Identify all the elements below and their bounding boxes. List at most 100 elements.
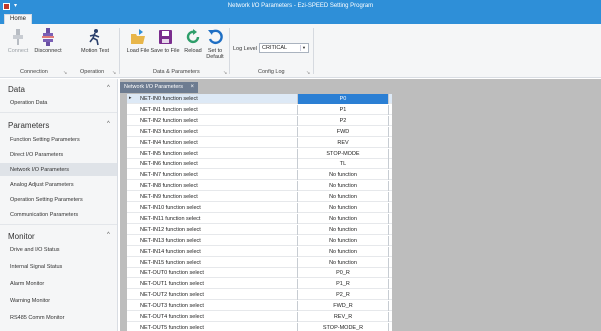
parameter-name: NET-OUT2 function select <box>140 292 204 299</box>
sidebar-header-parameters[interactable]: Parameters <box>8 121 49 130</box>
connect-button[interactable]: Connect <box>2 26 34 68</box>
parameter-value-cell[interactable]: P0 <box>297 94 389 104</box>
table-row[interactable]: NET-OUT2 function select P2_R <box>127 290 392 301</box>
table-row[interactable]: NET-IN11 function select No function <box>127 213 392 224</box>
parameter-name: NET-IN0 function select <box>140 96 198 102</box>
chevron-down-icon[interactable]: ▼ <box>300 45 307 51</box>
table-row[interactable]: NET-IN15 function select No function <box>127 257 392 268</box>
sidebar-item-analog-adjust[interactable]: Analog Adjust Parameters <box>0 178 117 191</box>
table-row[interactable]: NET-OUT0 function select P0_R <box>127 268 392 279</box>
table-row[interactable]: ▸ NET-IN0 function select P0 <box>127 94 392 104</box>
parameter-value-cell[interactable]: No function <box>297 181 389 192</box>
table-row[interactable]: NET-IN6 function select TL <box>127 159 392 170</box>
parameter-value-cell[interactable]: No function <box>297 246 389 257</box>
sidebar-item-warning-monitor[interactable]: Warning Monitor <box>0 294 117 307</box>
table-row[interactable]: NET-IN1 function select P1 <box>127 104 392 115</box>
close-icon[interactable]: × <box>191 84 195 90</box>
parameter-value-cell[interactable]: No function <box>297 235 389 246</box>
ribbon-separator <box>119 28 120 74</box>
title-bar: ▾ Network I/O Parameters - Ezi-SPEED Set… <box>0 0 601 13</box>
table-row[interactable]: NET-OUT1 function select P1_R <box>127 279 392 290</box>
collapse-icon[interactable]: ^ <box>107 85 110 91</box>
disconnect-icon <box>42 28 54 46</box>
ribbon-tab-bar: Home <box>0 13 601 24</box>
group-config-log-label: Config Log <box>258 69 285 75</box>
tab-home[interactable]: Home <box>4 14 33 24</box>
disconnect-button[interactable]: Disconnect <box>32 26 64 68</box>
parameter-name: NET-OUT5 function select <box>140 324 204 331</box>
parameter-value-cell[interactable]: REV_R <box>297 312 389 322</box>
sidebar-item-rs485-monitor[interactable]: RS485 Comm Monitor <box>0 311 117 324</box>
log-level-label: Log Level <box>233 46 257 52</box>
parameter-value-cell[interactable]: REV <box>297 137 389 148</box>
table-row[interactable]: NET-IN14 function select No function <box>127 246 392 257</box>
table-row[interactable]: NET-IN7 function select No function <box>127 170 392 181</box>
ribbon-separator <box>313 28 314 74</box>
table-row[interactable]: NET-OUT5 function select STOP-MODE_R <box>127 322 392 331</box>
parameter-name: NET-IN14 function select <box>140 248 201 255</box>
set-to-default-label: Set to Default <box>206 48 224 60</box>
group-expander-icon[interactable]: ↘ <box>223 70 227 76</box>
parameter-value-cell[interactable]: FWD_R <box>297 301 389 312</box>
ribbon: Connect Disconnect Motion Test Connectio… <box>0 24 601 78</box>
parameter-name: NET-OUT3 function select <box>140 303 204 310</box>
parameter-value-cell[interactable]: P2 <box>297 115 389 126</box>
set-to-default-button[interactable]: Set to Default <box>199 26 231 68</box>
parameter-value-cell[interactable]: P1 <box>297 104 389 115</box>
parameter-value-cell[interactable]: No function <box>297 203 389 213</box>
document-area: Network I/O Parameters × ▸ NET-IN0 functi… <box>120 79 601 331</box>
collapse-icon[interactable]: ^ <box>107 121 110 127</box>
parameter-value-cell[interactable]: FWD <box>297 126 389 137</box>
parameter-value-cell[interactable]: STOP-MODE_R <box>297 322 389 331</box>
table-row[interactable]: NET-IN8 function select No function <box>127 181 392 192</box>
sidebar-item-communication[interactable]: Communication Parameters <box>0 208 117 221</box>
parameter-name: NET-IN7 function select <box>140 172 198 179</box>
parameter-name: NET-IN1 function select <box>140 106 198 113</box>
table-row[interactable]: NET-IN4 function select REV <box>127 137 392 148</box>
table-row[interactable]: NET-IN12 function select No function <box>127 224 392 235</box>
motion-test-button[interactable]: Motion Test <box>79 26 111 68</box>
parameter-name: NET-IN12 function select <box>140 226 201 233</box>
table-row[interactable]: NET-IN13 function select No function <box>127 235 392 246</box>
parameter-value-cell[interactable]: P2_R <box>297 290 389 301</box>
parameter-grid: ▸ NET-IN0 function select P0 NET-IN1 functi… <box>127 94 392 331</box>
parameter-value-cell[interactable]: No function <box>297 257 389 268</box>
sidebar-header-data[interactable]: Data <box>8 85 25 94</box>
parameter-name: NET-IN5 function select <box>140 150 198 157</box>
sidebar-item-alarm-monitor[interactable]: Alarm Monitor <box>0 277 117 290</box>
sidebar-item-direct-io[interactable]: Direct I/O Parameters <box>0 148 117 161</box>
table-row[interactable]: NET-OUT3 function select FWD_R <box>127 301 392 312</box>
tab-network-io-parameters[interactable]: Network I/O Parameters × <box>120 82 199 93</box>
parameter-value-cell[interactable]: STOP-MODE <box>297 148 389 159</box>
sidebar-item-network-io[interactable]: Network I/O Parameters <box>0 163 117 176</box>
sidebar-item-internal-signal[interactable]: Internal Signal Status <box>0 260 117 273</box>
table-row[interactable]: NET-IN10 function select No function <box>127 203 392 213</box>
table-row[interactable]: NET-OUT4 function select REV_R <box>127 312 392 322</box>
parameter-value-cell[interactable]: P0_R <box>297 268 389 279</box>
collapse-icon[interactable]: ^ <box>107 232 110 238</box>
connect-label: Connect <box>7 48 29 54</box>
table-row[interactable]: NET-IN5 function select STOP-MODE <box>127 148 392 159</box>
table-row[interactable]: NET-IN3 function select FWD <box>127 126 392 137</box>
parameter-value-cell[interactable]: P1_R <box>297 279 389 290</box>
table-row[interactable]: NET-IN9 function select No function <box>127 192 392 203</box>
parameter-value-cell[interactable]: No function <box>297 213 389 224</box>
sidebar-header-monitor[interactable]: Monitor <box>8 232 35 241</box>
parameter-name: NET-OUT4 function select <box>140 314 204 320</box>
parameter-name: NET-IN4 function select <box>140 139 198 146</box>
group-expander-icon[interactable]: ↘ <box>63 70 67 76</box>
group-expander-icon[interactable]: ↘ <box>306 70 310 76</box>
group-expander-icon[interactable]: ↘ <box>112 70 116 76</box>
log-level-select[interactable]: CRITICAL ▼ <box>259 43 309 53</box>
table-row[interactable]: NET-IN2 function select P2 <box>127 115 392 126</box>
sidebar-item-drive-io-status[interactable]: Drive and I/O Status <box>0 243 117 256</box>
sidebar-item-operation-data[interactable]: Operation Data <box>0 96 117 109</box>
sidebar-item-function-setting[interactable]: Function Setting Parameters <box>0 133 117 146</box>
parameter-value-cell[interactable]: TL <box>297 159 389 170</box>
parameter-value-cell[interactable]: No function <box>297 224 389 235</box>
parameter-name: NET-IN13 function select <box>140 237 201 244</box>
parameter-value-cell[interactable]: No function <box>297 192 389 203</box>
parameter-value-cell[interactable]: No function <box>297 170 389 181</box>
sidebar-item-operation-setting[interactable]: Operation Setting Parameters <box>0 193 117 206</box>
folder-open-icon <box>131 29 145 44</box>
